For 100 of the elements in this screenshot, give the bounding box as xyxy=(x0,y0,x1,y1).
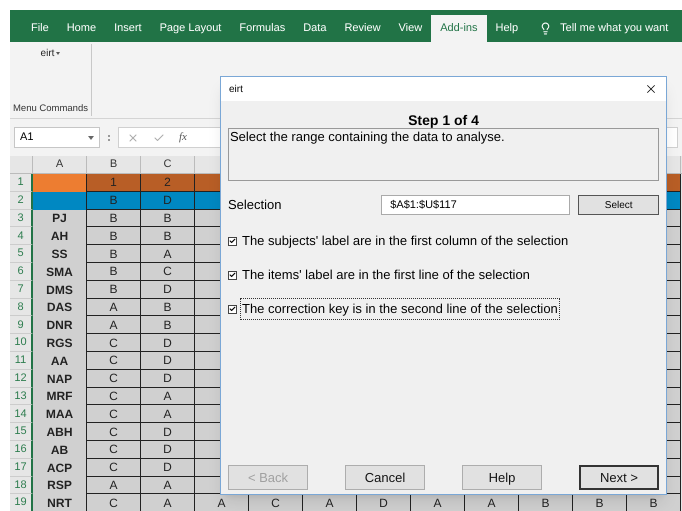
drag-handle-icon[interactable] xyxy=(108,134,110,140)
ribbon-tab[interactable]: Page Layout xyxy=(150,15,230,42)
table-cell: D xyxy=(357,494,411,511)
table-cell: B xyxy=(87,280,141,299)
row-header[interactable]: 11 xyxy=(14,352,26,369)
dialog-title: eirt xyxy=(229,82,243,96)
row-header[interactable]: 13 xyxy=(14,388,27,404)
table-cell: C xyxy=(249,494,303,511)
table-cell: DAS xyxy=(33,298,87,316)
table-cell: RGS xyxy=(33,334,87,352)
table-cell: D xyxy=(141,440,195,459)
selection-label: Selection xyxy=(228,196,282,214)
ribbon-tab[interactable]: View xyxy=(390,15,432,42)
table-cell: A xyxy=(195,494,249,511)
table-cell: B xyxy=(141,227,195,246)
table-cell xyxy=(33,174,87,192)
row-header[interactable]: 1 xyxy=(17,174,24,191)
table-cell: A xyxy=(87,476,141,494)
tell-me-search[interactable]: Tell me what you want xyxy=(560,20,668,37)
ribbon-tab[interactable]: Insert xyxy=(105,15,151,42)
row-header[interactable]: 19 xyxy=(14,494,27,511)
ribbon-tab[interactable]: Help xyxy=(486,15,528,42)
table-cell: D xyxy=(141,370,195,388)
row-header[interactable]: 4 xyxy=(17,228,24,244)
option-label[interactable]: The items' label are in the first line of the selection xyxy=(241,265,531,285)
table-cell: C xyxy=(87,494,141,511)
table-cell: B xyxy=(141,298,195,316)
table-cell: A xyxy=(141,388,195,406)
table-cell: ABH xyxy=(33,423,87,441)
row-header[interactable]: 17 xyxy=(14,458,27,476)
option-label[interactable]: The subjects' label are in the first column of the selection xyxy=(241,231,570,251)
row-header[interactable]: 12 xyxy=(14,370,27,386)
table-cell: B xyxy=(87,245,141,263)
row-header[interactable]: 6 xyxy=(17,263,24,280)
table-cell: NRT xyxy=(33,494,87,511)
table-cell: SS xyxy=(33,245,87,263)
table-cell: MRF xyxy=(33,388,87,406)
table-cell: 2 xyxy=(141,174,195,192)
table-cell: C xyxy=(87,458,141,477)
table-cell: DNR xyxy=(33,316,87,334)
wizard-button[interactable]: Help xyxy=(462,465,542,490)
table-cell: C xyxy=(87,405,141,424)
table-cell: B xyxy=(519,494,573,511)
column-header[interactable]: B xyxy=(110,156,118,173)
table-cell: ACP xyxy=(33,458,87,477)
table-cell: A xyxy=(141,405,195,424)
table-cell: D xyxy=(141,280,195,299)
lightbulb-icon[interactable] xyxy=(539,22,552,35)
row-header[interactable]: 5 xyxy=(17,245,24,262)
table-cell: D xyxy=(141,423,195,441)
name-box[interactable]: A1 xyxy=(14,127,100,148)
eirt-menu-button[interactable]: eirt xyxy=(40,46,60,61)
wizard-button[interactable]: Cancel xyxy=(345,465,425,490)
column-header[interactable]: C xyxy=(164,156,172,173)
row-header[interactable]: 7 xyxy=(17,280,24,298)
table-cell: A xyxy=(465,494,519,511)
table-cell: RSP xyxy=(33,476,87,494)
selection-field[interactable]: $A$1:$U$117 xyxy=(381,195,570,215)
table-cell: A xyxy=(303,494,357,511)
checkbox[interactable] xyxy=(228,270,237,280)
caret-icon xyxy=(56,52,60,55)
row-header[interactable]: 2 xyxy=(17,192,24,208)
option-label[interactable]: The correction key is in the second line of the selection xyxy=(241,299,559,319)
ribbon-tab[interactable]: File xyxy=(22,15,58,42)
row-header[interactable]: 9 xyxy=(17,316,24,334)
wizard-button[interactable]: Next > xyxy=(579,465,659,490)
ribbon-tab[interactable]: Formulas xyxy=(230,15,294,42)
ribbon-tab[interactable]: Home xyxy=(58,15,106,42)
table-cell: B xyxy=(573,494,627,511)
column-header[interactable]: A xyxy=(56,156,64,173)
row-header[interactable]: 16 xyxy=(14,441,27,458)
row-header[interactable]: 18 xyxy=(14,476,27,494)
select-button[interactable]: Select xyxy=(578,195,659,215)
close-icon[interactable] xyxy=(644,82,658,96)
table-cell: D xyxy=(141,458,195,477)
table-cell: A xyxy=(141,245,195,263)
table-cell: C xyxy=(87,370,141,388)
table-cell: SMA xyxy=(33,262,87,281)
ribbon-tab[interactable]: Data xyxy=(294,15,336,42)
ribbon-tab[interactable]: Add-ins xyxy=(431,15,486,42)
row-header[interactable]: 8 xyxy=(17,298,24,316)
table-cell: B xyxy=(141,210,195,228)
table-cell: C xyxy=(87,440,141,459)
checkbox[interactable] xyxy=(228,236,237,246)
table-cell: C xyxy=(87,352,141,370)
table-cell: B xyxy=(87,192,141,210)
table-cell: AB xyxy=(33,440,87,459)
ribbon-tab[interactable]: Review xyxy=(335,15,390,42)
checkbox[interactable] xyxy=(228,304,237,314)
row-header[interactable]: 14 xyxy=(14,406,27,422)
table-cell: B xyxy=(627,494,681,511)
table-cell: A xyxy=(411,494,465,511)
table-cell: A xyxy=(141,476,195,494)
insert-function-button[interactable]: fx xyxy=(179,129,187,146)
row-header[interactable]: 10 xyxy=(14,334,27,351)
instruction-text: Select the range containing the data to analyse. xyxy=(228,128,659,181)
table-cell: NAP xyxy=(33,370,87,388)
row-header[interactable]: 3 xyxy=(17,210,24,226)
row-header[interactable]: 15 xyxy=(14,423,27,440)
table-cell: B xyxy=(87,227,141,246)
